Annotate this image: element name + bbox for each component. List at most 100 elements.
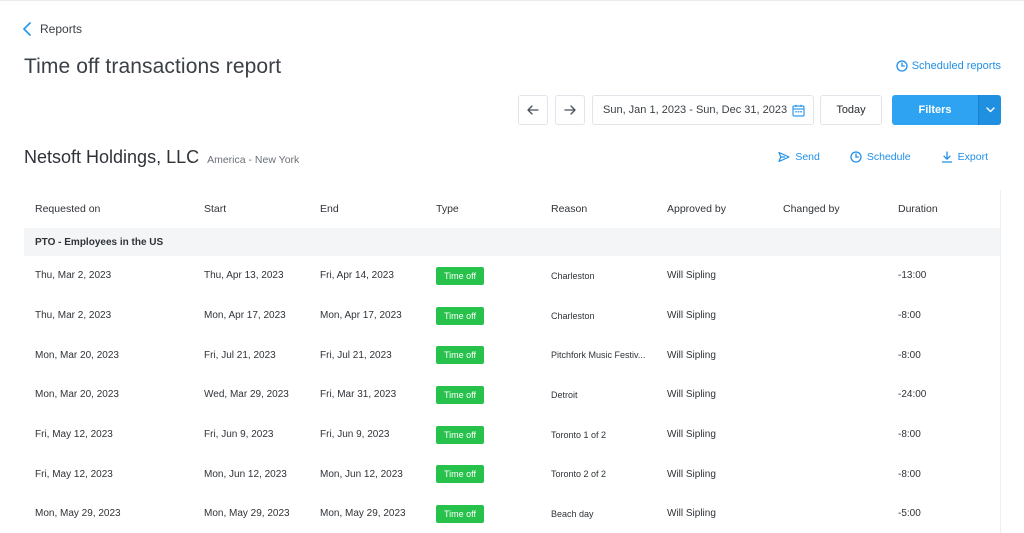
column-header-reason[interactable]: Reason bbox=[540, 203, 656, 215]
end-cell: Fri, Jul 21, 2023 bbox=[320, 349, 392, 361]
date-range-value: Sun, Jan 1, 2023 - Sun, Dec 31, 2023 bbox=[603, 104, 788, 116]
end-cell: Mon, May 29, 2023 bbox=[320, 508, 406, 520]
start-cell: Wed, Mar 29, 2023 bbox=[204, 389, 289, 401]
end-cell: Mon, Apr 17, 2023 bbox=[320, 310, 402, 322]
type-badge: Time off bbox=[436, 306, 485, 325]
requested-on-cell: Thu, Mar 2, 2023 bbox=[35, 310, 112, 322]
column-header-changed-by[interactable]: Changed by bbox=[772, 203, 887, 215]
start-cell: Mon, Apr 17, 2023 bbox=[204, 310, 286, 322]
date-controls: Sun, Jan 1, 2023 - Sun, Dec 31, 2023 Tod… bbox=[518, 95, 1001, 125]
approved-by-cell: Will Sipling bbox=[667, 429, 716, 441]
approved-by-cell: Will Sipling bbox=[667, 270, 716, 282]
chevron-left-icon bbox=[23, 22, 31, 36]
clock-icon bbox=[896, 60, 908, 72]
end-cell: Fri, Jun 9, 2023 bbox=[320, 429, 390, 441]
type-cell: Time off bbox=[425, 504, 540, 523]
today-button[interactable]: Today bbox=[820, 95, 882, 125]
report-actions: Send Schedule Export bbox=[778, 151, 988, 163]
type-cell: Time off bbox=[425, 385, 540, 404]
schedule-button[interactable]: Schedule bbox=[850, 151, 911, 163]
reason-cell: Pitchfork Music Festiv... bbox=[551, 350, 646, 361]
duration-cell: -24:00 bbox=[898, 389, 927, 401]
clock-icon bbox=[850, 151, 862, 163]
column-header-requested-on[interactable]: Requested on bbox=[24, 203, 193, 215]
filters-button[interactable]: Filters bbox=[892, 95, 978, 125]
chevron-down-icon bbox=[985, 107, 995, 113]
group-header: PTO - Employees in the US bbox=[24, 228, 1000, 256]
top-divider bbox=[0, 0, 1024, 1]
approved-by-cell: Will Sipling bbox=[667, 508, 716, 520]
column-header-type[interactable]: Type bbox=[425, 203, 540, 215]
next-period-button[interactable] bbox=[555, 95, 585, 125]
start-cell: Mon, May 29, 2023 bbox=[204, 508, 290, 520]
type-cell: Time off bbox=[425, 425, 540, 444]
table-row: Fri, May 12, 2023 Mon, Jun 12, 2023 Mon,… bbox=[24, 454, 1000, 494]
arrow-left-icon bbox=[527, 105, 539, 115]
duration-cell: -8:00 bbox=[898, 310, 921, 322]
table-row: Mon, Mar 20, 2023 Fri, Jul 21, 2023 Fri,… bbox=[24, 335, 1000, 375]
type-badge: Time off bbox=[436, 465, 485, 484]
table-row: Mon, May 29, 2023 Mon, May 29, 2023 Mon,… bbox=[24, 494, 1000, 533]
scheduled-reports-link[interactable]: Scheduled reports bbox=[896, 60, 1001, 72]
breadcrumb-reports-link[interactable]: Reports bbox=[40, 22, 82, 36]
duration-cell: -8:00 bbox=[898, 349, 921, 361]
requested-on-cell: Fri, May 12, 2023 bbox=[35, 429, 113, 441]
end-cell: Fri, Apr 14, 2023 bbox=[320, 270, 394, 282]
export-label: Export bbox=[957, 151, 988, 163]
type-cell: Time off bbox=[425, 346, 540, 365]
duration-cell: -13:00 bbox=[898, 270, 927, 282]
reason-cell: Toronto 2 of 2 bbox=[551, 469, 607, 480]
date-range-picker[interactable]: Sun, Jan 1, 2023 - Sun, Dec 31, 2023 bbox=[592, 95, 814, 125]
column-header-start[interactable]: Start bbox=[193, 203, 309, 215]
approved-by-cell: Will Sipling bbox=[667, 389, 716, 401]
transactions-table: Requested on Start End Type Reason Appro… bbox=[24, 190, 1001, 533]
type-cell: Time off bbox=[425, 266, 540, 285]
calendar-icon bbox=[792, 104, 805, 117]
company-header: Netsoft Holdings, LLC America - New York bbox=[24, 147, 299, 168]
send-label: Send bbox=[795, 151, 820, 163]
reason-cell: Toronto 1 of 2 bbox=[551, 429, 607, 440]
requested-on-cell: Fri, May 12, 2023 bbox=[35, 468, 113, 480]
table-row: Thu, Mar 2, 2023 Thu, Apr 13, 2023 Fri, … bbox=[24, 256, 1000, 296]
previous-period-button[interactable] bbox=[518, 95, 548, 125]
table-row: Thu, Mar 2, 2023 Mon, Apr 17, 2023 Mon, … bbox=[24, 296, 1000, 336]
company-name: Netsoft Holdings, LLC bbox=[24, 147, 200, 167]
table-header: Requested on Start End Type Reason Appro… bbox=[24, 190, 1000, 228]
start-cell: Fri, Jul 21, 2023 bbox=[204, 349, 276, 361]
type-badge: Time off bbox=[436, 385, 485, 404]
download-icon bbox=[941, 151, 952, 163]
duration-cell: -8:00 bbox=[898, 429, 921, 441]
approved-by-cell: Will Sipling bbox=[667, 468, 716, 480]
start-cell: Thu, Apr 13, 2023 bbox=[204, 270, 284, 282]
breadcrumb[interactable]: Reports bbox=[22, 22, 82, 36]
end-cell: Fri, Mar 31, 2023 bbox=[320, 389, 397, 401]
requested-on-cell: Mon, Mar 20, 2023 bbox=[35, 389, 119, 401]
reason-cell: Detroit bbox=[551, 389, 578, 400]
duration-cell: -5:00 bbox=[898, 508, 921, 520]
send-icon bbox=[778, 151, 790, 163]
approved-by-cell: Will Sipling bbox=[667, 349, 716, 361]
reason-cell: Charleston bbox=[551, 270, 595, 281]
type-badge: Time off bbox=[436, 346, 485, 365]
end-cell: Mon, Jun 12, 2023 bbox=[320, 468, 403, 480]
export-button[interactable]: Export bbox=[941, 151, 988, 163]
type-badge: Time off bbox=[436, 504, 485, 523]
column-header-approved-by[interactable]: Approved by bbox=[656, 203, 772, 215]
table-row: Fri, May 12, 2023 Fri, Jun 9, 2023 Fri, … bbox=[24, 415, 1000, 455]
send-button[interactable]: Send bbox=[778, 151, 820, 163]
type-cell: Time off bbox=[425, 465, 540, 484]
column-header-duration[interactable]: Duration bbox=[887, 203, 1000, 215]
reason-cell: Beach day bbox=[551, 508, 594, 519]
filters-dropdown-toggle[interactable] bbox=[978, 95, 1001, 125]
scheduled-reports-label: Scheduled reports bbox=[911, 60, 1001, 72]
arrow-right-icon bbox=[564, 105, 576, 115]
company-timezone: America - New York bbox=[207, 154, 300, 166]
type-badge: Time off bbox=[436, 425, 485, 444]
table-row: Mon, Mar 20, 2023 Wed, Mar 29, 2023 Fri,… bbox=[24, 375, 1000, 415]
requested-on-cell: Mon, May 29, 2023 bbox=[35, 508, 121, 520]
page-title: Time off transactions report bbox=[24, 55, 282, 78]
approved-by-cell: Will Sipling bbox=[667, 310, 716, 322]
column-header-end[interactable]: End bbox=[309, 203, 425, 215]
schedule-label: Schedule bbox=[866, 151, 911, 163]
start-cell: Mon, Jun 12, 2023 bbox=[204, 468, 287, 480]
